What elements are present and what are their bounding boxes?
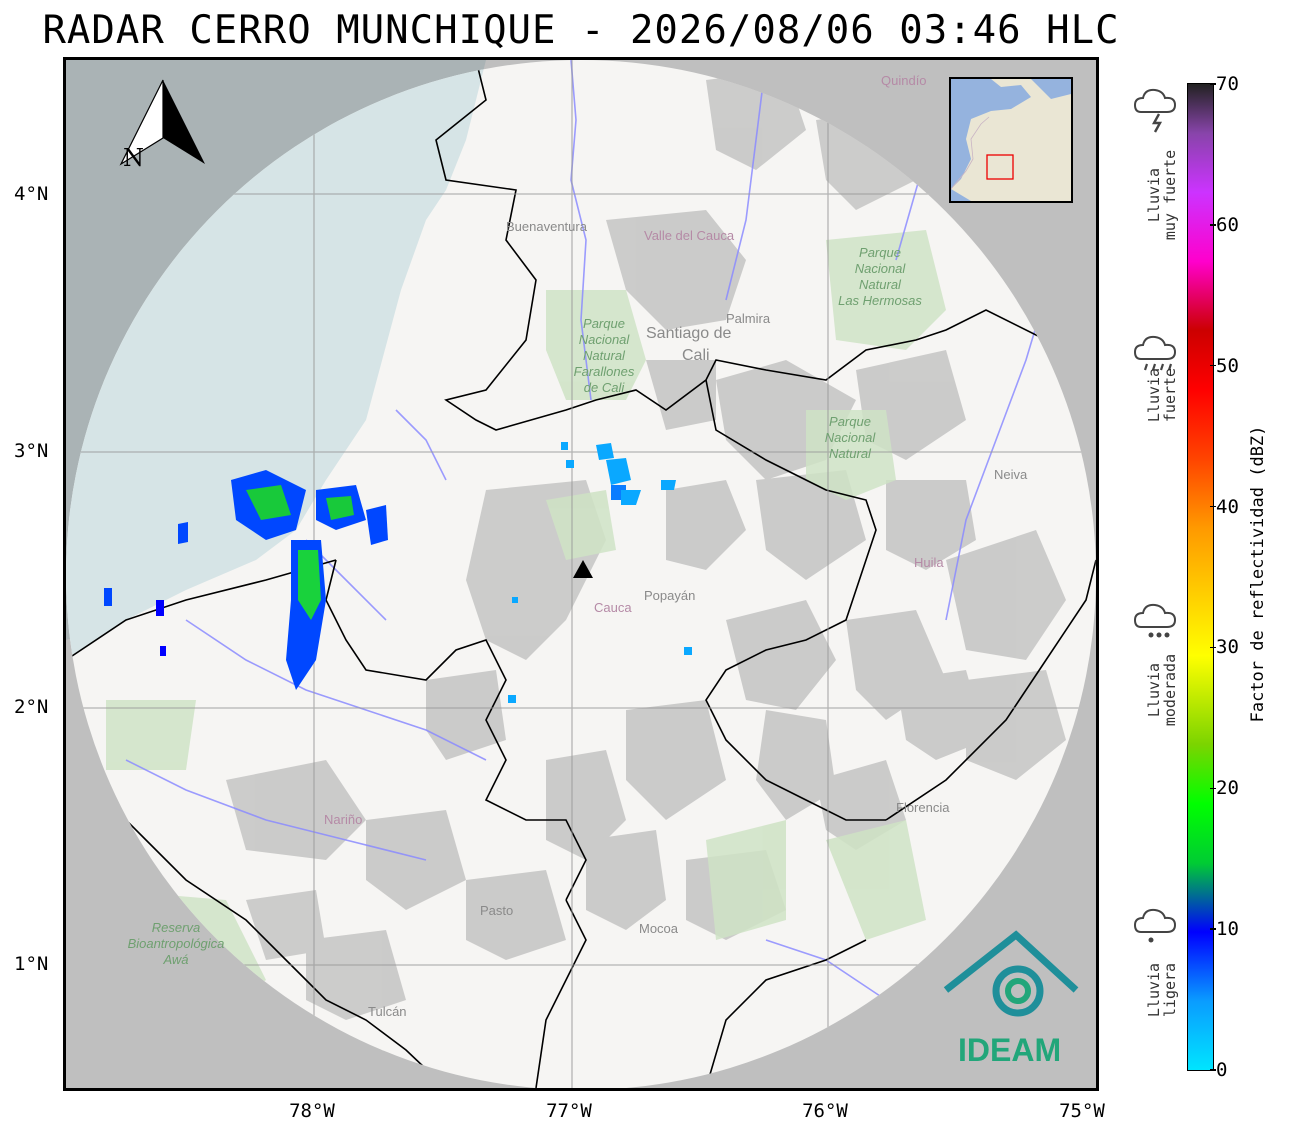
label-farallones-2: Nacional xyxy=(579,332,631,347)
ideam-logo-text: IDEAM xyxy=(958,1032,1061,1068)
colorbar-tick-mark xyxy=(1210,224,1216,226)
label-narino: Nariño xyxy=(324,812,362,827)
x-tick-76w: 76°W xyxy=(802,1100,848,1122)
y-tick-2n: 2°N xyxy=(14,696,49,718)
rain-category-line: Lluvia xyxy=(1145,662,1163,718)
rain-category-label: Lluvia ligera xyxy=(1145,962,1179,1018)
label-hermosas-3: Natural xyxy=(859,277,902,292)
colorbar-tick-mark xyxy=(1210,1069,1216,1071)
label-quindio: Quindío xyxy=(881,73,927,88)
colorbar-tick-mark xyxy=(1210,928,1216,930)
inset-minimap xyxy=(949,77,1073,203)
rain-category-label: Lluvia muy fuerte xyxy=(1145,149,1179,241)
rain-category-line: Lluvia xyxy=(1145,962,1163,1018)
colorbar-tick-label: 40 xyxy=(1216,495,1239,518)
label-farallones-5: de Cali xyxy=(584,380,626,395)
colorbar-tick-label: 30 xyxy=(1216,636,1239,659)
rain-category-line: muy fuerte xyxy=(1161,149,1179,241)
label-popayan: Popayán xyxy=(644,588,695,603)
x-tick-75w: 75°W xyxy=(1059,1100,1105,1122)
moderate-rain-icon xyxy=(1132,601,1180,653)
x-tick-77w: 77°W xyxy=(546,1100,592,1122)
colorbar-tick-label: 20 xyxy=(1216,777,1239,800)
label-cauca: Cauca xyxy=(594,600,632,615)
label-florencia: Florencia xyxy=(896,800,950,815)
label-valle: Valle del Cauca xyxy=(644,228,735,243)
label-hermosas-4: Las Hermosas xyxy=(838,293,922,308)
y-tick-1n: 1°N xyxy=(14,953,49,975)
north-arrow-label: N xyxy=(123,144,144,172)
label-cali-1: Santiago de xyxy=(646,325,732,342)
rain-category-line: ligera xyxy=(1161,962,1179,1018)
rain-category-line: Lluvia xyxy=(1145,367,1163,423)
colorbar-label: Factor de reflectividad (dBZ) xyxy=(1248,425,1268,723)
label-neiva: Neiva xyxy=(994,467,1028,482)
label-awa-3: Awá xyxy=(162,952,188,967)
label-hermosas-1: Parque xyxy=(859,245,901,260)
label-palmira: Palmira xyxy=(726,311,771,326)
colorbar-tick-mark xyxy=(1210,787,1216,790)
rain-category-label: Lluvia fuerte xyxy=(1145,367,1179,423)
y-tick-4n: 4°N xyxy=(14,183,49,205)
colorbar-tick-label: 50 xyxy=(1216,354,1239,377)
colorbar-tick-label: 0 xyxy=(1216,1059,1228,1081)
rain-category-label: Lluvia moderada xyxy=(1145,653,1179,727)
y-tick-3n: 3°N xyxy=(14,440,49,462)
label-cali-2: Cali xyxy=(682,347,710,364)
label-nevado-3: Natural xyxy=(829,446,872,461)
colorbar-tick-mark xyxy=(1210,364,1216,367)
colorbar-tick-label: 10 xyxy=(1216,918,1239,941)
label-huila: Huila xyxy=(914,555,944,570)
rain-category-line: moderada xyxy=(1161,653,1179,727)
radar-map[interactable]: N Quindío Buenaventura Valle del Cauca S… xyxy=(63,57,1099,1091)
thunderstorm-icon xyxy=(1132,86,1180,138)
colorbar-tick-label: 60 xyxy=(1216,213,1239,236)
label-farallones-1: Parque xyxy=(583,316,625,331)
map-canvas: N Quindío Buenaventura Valle del Cauca S… xyxy=(66,60,1096,1088)
label-nevado-1: Parque xyxy=(829,414,871,429)
label-hermosas-2: Nacional xyxy=(855,261,907,276)
rain-category-line: Lluvia xyxy=(1145,167,1163,223)
label-buenaventura: Buenaventura xyxy=(506,219,588,234)
label-pasto: Pasto xyxy=(480,903,513,918)
colorbar-tick-label: 70 xyxy=(1216,73,1239,95)
colorbar-tick-mark xyxy=(1210,83,1216,85)
label-mocoa: Mocoa xyxy=(639,921,679,936)
colorbar-tick-mark xyxy=(1210,646,1216,649)
label-awa-1: Reserva xyxy=(152,920,200,935)
light-rain-icon xyxy=(1132,906,1180,958)
label-tulcan: Tulcán xyxy=(368,1004,407,1019)
reflectivity-colorbar xyxy=(1187,83,1214,1071)
label-farallones-3: Natural xyxy=(583,348,626,363)
rain-category-line: fuerte xyxy=(1161,367,1179,423)
map-title: RADAR CERRO MUNCHIQUE - 2026/08/06 03:46… xyxy=(42,8,1120,53)
label-nevado-2: Nacional xyxy=(825,430,877,445)
label-awa-2: Bioantropológica xyxy=(128,936,225,951)
label-farallones-4: Farallones xyxy=(574,364,635,379)
x-tick-78w: 78°W xyxy=(289,1100,335,1122)
colorbar-tick-mark xyxy=(1210,505,1216,508)
